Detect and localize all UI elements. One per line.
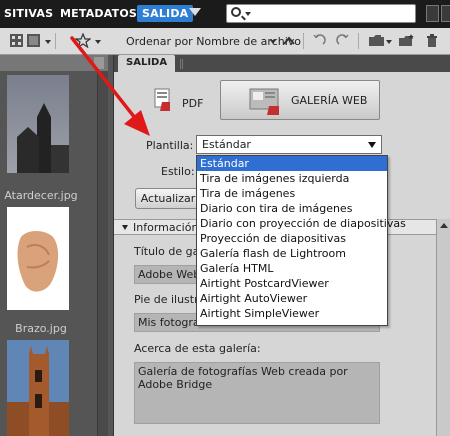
sort-ascending-icon[interactable] [283, 36, 295, 45]
trash-icon[interactable] [426, 34, 438, 47]
dropdown-option[interactable]: Airtight AutoViewer [197, 291, 387, 306]
content-scrollbar[interactable] [97, 71, 108, 436]
output-panel-scrollbar[interactable] [436, 219, 450, 436]
dropdown-option[interactable]: Tira de imágenes [197, 186, 387, 201]
search-input[interactable] [226, 4, 416, 23]
pdf-icon [154, 88, 170, 111]
sort-chevron-down-icon[interactable] [270, 40, 276, 44]
thumbnail-image [7, 207, 69, 310]
thumbnail-image [7, 340, 69, 436]
workspace-menu-chevron-down-icon[interactable] [189, 8, 201, 16]
menu-bar: SITIVAS METADATOS SALIDA [0, 0, 450, 28]
panel-grip-icon[interactable] [180, 59, 183, 69]
dropdown-option[interactable]: Diario con proyección de diapositivas [197, 216, 406, 231]
star-icon[interactable] [75, 33, 91, 48]
thumbnail-caption: Atardecer.jpg [4, 189, 78, 202]
content-panel: Atardecer.jpg Brazo.jpg [0, 55, 108, 436]
search-options-chevron-down-icon[interactable] [245, 12, 251, 16]
web-gallery-icon [249, 88, 279, 115]
rotate-left-icon[interactable] [313, 34, 326, 47]
tab-sitivas[interactable]: SITIVAS [4, 7, 53, 20]
about-gallery-label: Acerca de esta galería: [134, 342, 261, 355]
toolbar-divider [55, 33, 56, 49]
dropdown-option[interactable]: Estándar [197, 156, 387, 171]
dropdown-option[interactable]: Galería HTML [197, 261, 387, 276]
thumbnail-caption: Brazo.jpg [15, 322, 67, 335]
refresh-button[interactable]: Actualizar [135, 188, 201, 209]
tab-metadatos[interactable]: METADATOS [60, 7, 137, 20]
thumbnail-brazo[interactable] [7, 207, 69, 310]
new-folder-icon[interactable] [399, 34, 414, 47]
thumbnail-atardecer[interactable] [7, 75, 69, 176]
style-label: Estilo: [161, 165, 195, 178]
dropdown-option[interactable]: Airtight SimpleViewer [197, 306, 387, 321]
about-gallery-field[interactable]: Galería de fotografías Web creada por Ad… [134, 362, 380, 424]
dropdown-option[interactable]: Tira de imágenes izquierda [197, 171, 387, 186]
toolbar: Ordenar por Nombre de archivo [0, 28, 450, 55]
folder-icon[interactable] [369, 34, 384, 47]
output-panel-tabstrip: SALIDA [114, 55, 450, 72]
template-dropdown-list: Estándar Tira de imágenes izquierda Tira… [196, 155, 406, 326]
template-label: Plantilla: [146, 139, 194, 152]
dropdown-option[interactable]: Galería flash de Lightroom [197, 246, 387, 261]
toolbar-divider [303, 33, 304, 49]
thumbnail-church[interactable] [7, 340, 69, 436]
pdf-label: PDF [182, 97, 204, 110]
scroll-up-icon[interactable] [440, 223, 448, 228]
grid-view-icon[interactable] [10, 34, 23, 47]
tab-salida[interactable]: SALIDA [137, 5, 194, 22]
content-panel-header [0, 55, 108, 71]
filmstrip-view-icon[interactable] [27, 34, 40, 47]
template-select[interactable]: Estándar [196, 135, 382, 154]
chevron-down-icon [368, 142, 376, 148]
window-minimize-button[interactable] [426, 5, 439, 22]
search-icon [231, 7, 241, 17]
tab-output[interactable]: SALIDA [118, 55, 176, 72]
view-menu-chevron-down-icon[interactable] [45, 40, 51, 44]
web-gallery-button[interactable]: GALERÍA WEB [220, 80, 380, 120]
toolbar-divider [358, 33, 359, 49]
thumbnail-image [7, 75, 69, 173]
template-select-value: Estándar [202, 138, 251, 151]
window-maximize-button[interactable] [441, 5, 450, 22]
rating-chevron-down-icon[interactable] [95, 40, 101, 44]
panel-menu-button[interactable] [94, 57, 104, 69]
rotate-right-icon[interactable] [336, 34, 349, 47]
web-gallery-label: GALERÍA WEB [291, 94, 368, 107]
dropdown-option[interactable]: Diario con tira de imágenes [197, 201, 387, 216]
dropdown-option[interactable]: Proyección de diapositivas [197, 231, 387, 246]
collapse-triangle-icon [122, 225, 128, 230]
recent-folders-chevron-down-icon[interactable] [386, 40, 392, 44]
dropdown-option[interactable]: Airtight PostcardViewer [197, 276, 387, 291]
